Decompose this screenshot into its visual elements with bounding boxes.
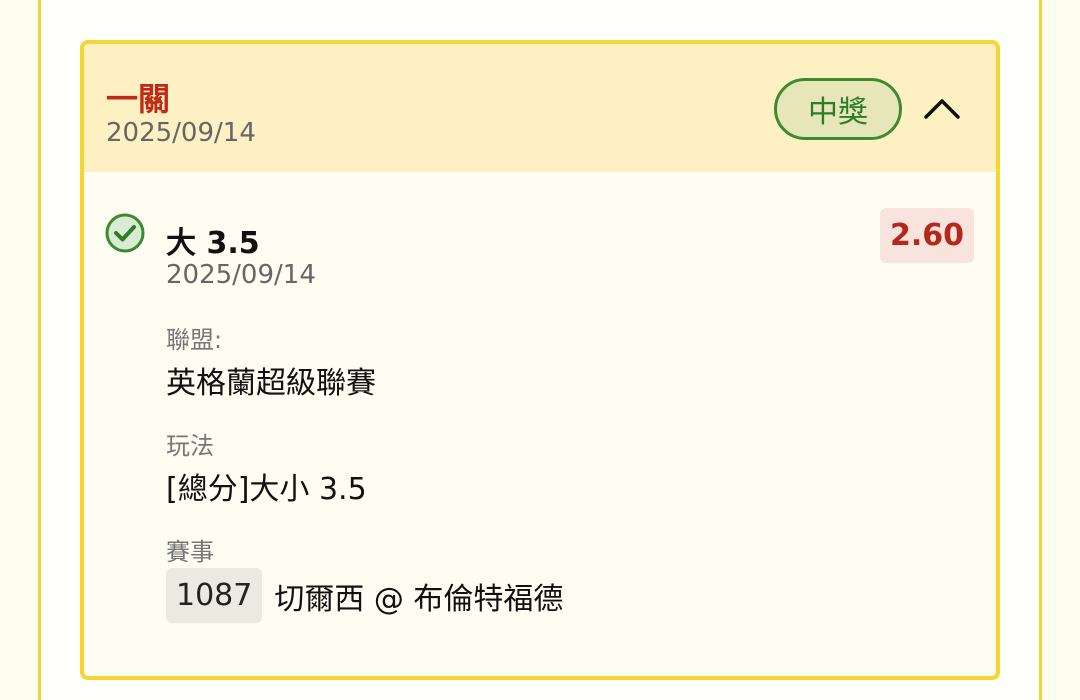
bet-card: 一關 2025/09/14 中獎 大 3.5 2025/09/14 2.60 聯… bbox=[80, 40, 1000, 680]
selection-name: 大 3.5 bbox=[166, 226, 260, 261]
status-badge: 中獎 bbox=[774, 78, 902, 140]
bet-type-label: 一關 bbox=[106, 80, 171, 118]
event-label: 賽事 bbox=[166, 538, 214, 566]
chevron-up-icon bbox=[924, 99, 960, 119]
check-circle-icon bbox=[105, 213, 145, 253]
league-value: 英格蘭超級聯賽 bbox=[166, 366, 376, 401]
bet-card-body: 大 3.5 2025/09/14 2.60 聯盟: 英格蘭超級聯賽 玩法 [總分… bbox=[84, 172, 996, 672]
play-type-value: [總分]大小 3.5 bbox=[166, 472, 367, 507]
event-code-badge: 1087 bbox=[166, 568, 263, 623]
bet-card-header[interactable]: 一關 2025/09/14 中獎 bbox=[84, 44, 996, 172]
event-name: 切爾西 @ 布倫特福德 bbox=[274, 581, 564, 617]
odds-badge: 2.60 bbox=[879, 208, 974, 263]
event-row: 1087 切爾西 @ 布倫特福德 bbox=[166, 568, 563, 623]
selection-date: 2025/09/14 bbox=[166, 260, 316, 290]
collapse-toggle-button[interactable] bbox=[918, 84, 966, 132]
play-type-label: 玩法 bbox=[166, 432, 214, 460]
bet-date: 2025/09/14 bbox=[106, 118, 256, 148]
league-label: 聯盟: bbox=[166, 326, 223, 354]
